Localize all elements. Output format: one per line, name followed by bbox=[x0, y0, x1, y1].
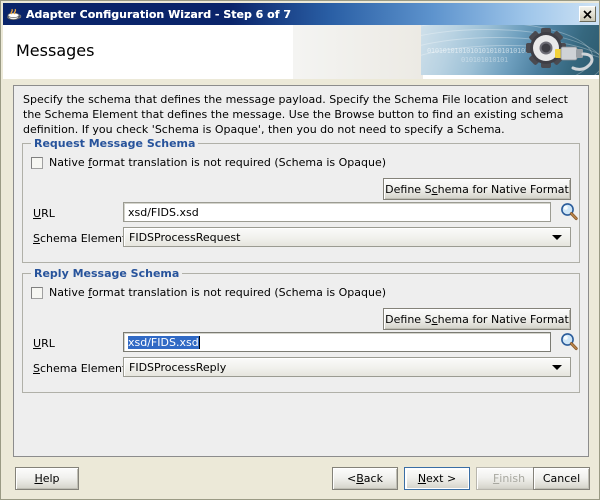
reply-url-label: URL bbox=[33, 337, 55, 350]
content-panel: Specify the schema that defines the mess… bbox=[13, 85, 589, 457]
dialog-button-bar: Help < Back Next > Finish Cancel bbox=[1, 457, 599, 499]
reply-opaque-label: Native format translation is not require… bbox=[49, 286, 387, 299]
close-icon[interactable] bbox=[579, 6, 596, 22]
next-button[interactable]: Next > bbox=[404, 467, 470, 490]
reply-url-input[interactable]: xsd/FIDS.xsd bbox=[123, 332, 551, 352]
request-message-schema-group: Request Message Schema Native format tra… bbox=[22, 137, 580, 263]
close-glyph bbox=[583, 9, 592, 19]
back-button[interactable]: < Back bbox=[332, 467, 398, 490]
reply-opaque-checkbox-row[interactable]: Native format translation is not require… bbox=[31, 286, 386, 299]
adapter-configuration-wizard-dialog: Adapter Configuration Wizard - Step 6 of… bbox=[0, 0, 600, 500]
request-schema-element-label: Schema Element bbox=[33, 232, 127, 245]
reply-schema-element-dropdown[interactable]: FIDSProcessReply bbox=[123, 357, 571, 377]
header-decorative-art: 0101010101010101010101010101 01010101010… bbox=[421, 25, 599, 75]
page-description: Specify the schema that defines the mess… bbox=[23, 93, 568, 136]
reply-opaque-checkbox[interactable] bbox=[31, 286, 43, 299]
reply-browse-magnifier-icon[interactable] bbox=[559, 332, 579, 352]
title-bar: Adapter Configuration Wizard - Step 6 of… bbox=[3, 3, 599, 25]
request-schema-element-dropdown[interactable]: FIDSProcessRequest bbox=[123, 227, 571, 247]
reply-define-schema-button[interactable]: Define Sc hema for Native Format bbox=[383, 308, 571, 330]
request-url-label: URL bbox=[33, 207, 55, 220]
request-url-value: xsd/FIDS.xsd bbox=[128, 205, 199, 219]
chevron-down-icon bbox=[552, 365, 562, 370]
reply-url-value: xsd/FIDS.xsd bbox=[128, 335, 199, 349]
text-caret bbox=[198, 335, 200, 349]
request-schema-element-value: FIDSProcessRequest bbox=[129, 230, 241, 244]
java-coffee-cup-icon bbox=[6, 6, 22, 22]
window-title: Adapter Configuration Wizard - Step 6 of… bbox=[26, 7, 291, 21]
chevron-down-icon bbox=[552, 235, 562, 240]
request-opaque-label: Native format translation is not require… bbox=[49, 156, 387, 169]
reply-schema-element-value: FIDSProcessReply bbox=[129, 360, 227, 374]
request-define-schema-button[interactable]: Define Sc hema for Native Format bbox=[383, 178, 571, 200]
cancel-button[interactable]: Cancel bbox=[533, 467, 590, 490]
reply-message-schema-group: Reply Message Schema Native format trans… bbox=[22, 267, 580, 393]
reply-group-title: Reply Message Schema bbox=[31, 267, 183, 280]
request-opaque-checkbox[interactable] bbox=[31, 156, 43, 169]
binary-text-decoration: 0101010101010101010101010101 bbox=[427, 47, 537, 55]
help-button[interactable]: Help bbox=[15, 467, 79, 490]
plug-cable-icon bbox=[555, 46, 594, 71]
page-title: Messages bbox=[16, 41, 95, 60]
request-opaque-checkbox-row[interactable]: Native format translation is not require… bbox=[31, 156, 386, 169]
header-middle-panel bbox=[293, 25, 423, 79]
reply-schema-element-label: Schema Element bbox=[33, 362, 127, 375]
request-group-title: Request Message Schema bbox=[31, 137, 199, 150]
wizard-header: Messages 0101010101010101010101010101 01… bbox=[3, 25, 599, 79]
request-browse-magnifier-icon[interactable] bbox=[559, 202, 579, 222]
request-url-input[interactable]: xsd/FIDS.xsd bbox=[123, 202, 551, 222]
binary-text-decoration-2: 010101010101 bbox=[461, 56, 508, 64]
